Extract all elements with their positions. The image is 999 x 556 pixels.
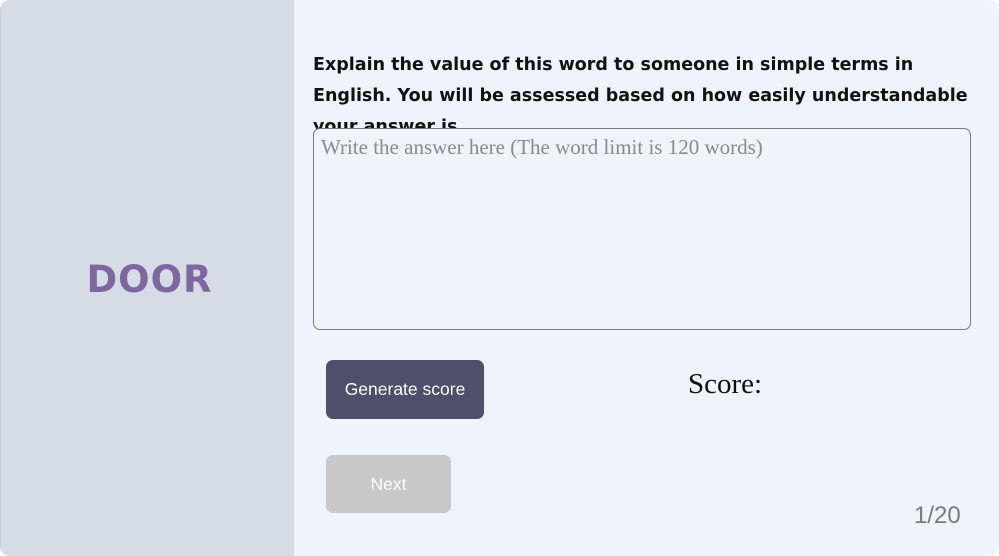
answer-panel: Explain the value of this word to someon… bbox=[294, 0, 999, 556]
word-explain-card: DOOR Explain the value of this word to s… bbox=[0, 0, 999, 556]
score-label: Score: bbox=[688, 368, 762, 401]
word-panel: DOOR bbox=[0, 0, 294, 556]
question-progress: 1/20 bbox=[914, 502, 961, 529]
generate-score-button[interactable]: Generate score bbox=[326, 360, 484, 419]
target-word: DOOR bbox=[86, 257, 213, 301]
answer-input[interactable] bbox=[313, 128, 971, 330]
score-label-text: Score: bbox=[688, 368, 763, 400]
next-button[interactable]: Next bbox=[326, 455, 451, 513]
